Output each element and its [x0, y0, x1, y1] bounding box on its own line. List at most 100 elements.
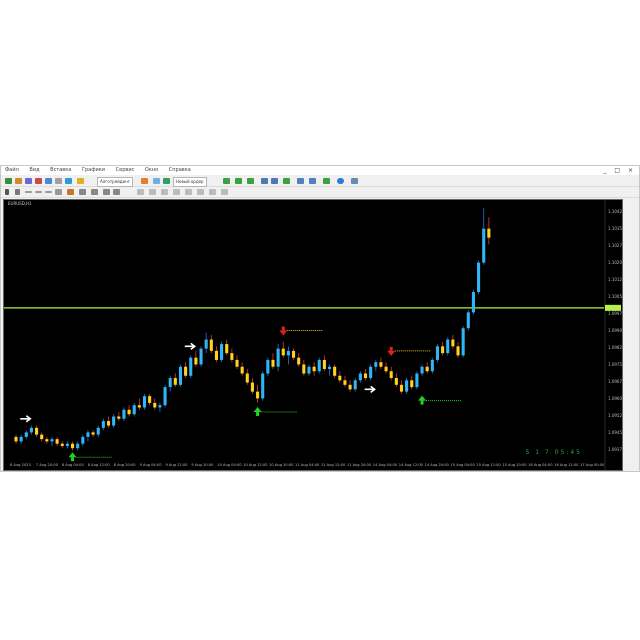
- terminal-icon[interactable]: [55, 178, 62, 184]
- candle-body: [446, 339, 450, 354]
- label-icon[interactable]: [91, 189, 98, 195]
- bar-chart-icon[interactable]: [223, 178, 230, 184]
- menu-view[interactable]: Вид: [29, 167, 39, 173]
- history-icon[interactable]: [141, 178, 148, 184]
- horizontal-line-icon[interactable]: [35, 191, 42, 193]
- timeframe-h1-icon[interactable]: [185, 189, 192, 195]
- candle-body: [271, 359, 275, 367]
- chart-canvas[interactable]: 1.10425 1.10350 1.10275 1.10200 1.10125 1.100…: [4, 200, 622, 470]
- data-window-icon[interactable]: [35, 178, 42, 184]
- timeframe-m30-icon[interactable]: [173, 189, 180, 195]
- tester-icon[interactable]: [65, 178, 72, 184]
- market-watch-icon[interactable]: [25, 178, 32, 184]
- white-arrow-signal: [184, 342, 197, 350]
- navigator-icon[interactable]: [45, 178, 52, 184]
- candle-body: [466, 312, 470, 329]
- shift-icon[interactable]: [309, 178, 316, 184]
- price-chart[interactable]: EURUSD,H1 1.104251.103501.102751.102001.…: [3, 199, 623, 471]
- candle-body: [86, 432, 90, 437]
- window-controls[interactable]: _ □ ×: [603, 166, 636, 175]
- candle-body: [178, 366, 183, 385]
- editor-icon[interactable]: [77, 178, 84, 184]
- market-icon[interactable]: [163, 178, 170, 184]
- candle-body: [235, 359, 239, 367]
- time-tick-label: 16 Aug 04:00: [528, 463, 553, 467]
- candle-body: [425, 366, 429, 372]
- profiles-icon[interactable]: [15, 178, 22, 184]
- candle-body: [96, 427, 100, 435]
- timeframe-m15-icon[interactable]: [161, 189, 168, 195]
- time-tick-label: 9 Aug 04:00: [140, 463, 163, 467]
- drawing-toolbar: [1, 187, 639, 198]
- candle-body: [225, 344, 229, 354]
- timeframe-m1-icon[interactable]: [137, 189, 144, 195]
- menu-charts[interactable]: Графики: [82, 167, 105, 173]
- candle-countdown: 5 1 7 05:45: [525, 449, 582, 456]
- periods-icon[interactable]: [337, 178, 344, 184]
- channel-icon[interactable]: [55, 189, 62, 195]
- price-tick-label: 1.09375: [608, 447, 622, 452]
- crosshair-icon[interactable]: [15, 189, 20, 195]
- scroll-icon[interactable]: [297, 178, 304, 184]
- timeframe-m5-icon[interactable]: [149, 189, 156, 195]
- candle-body: [29, 427, 33, 433]
- cursor-icon[interactable]: [5, 189, 9, 195]
- menu-file[interactable]: Файл: [5, 167, 19, 173]
- trendline-icon[interactable]: [45, 191, 52, 193]
- time-tick-label: 14 Aug 12:00: [399, 463, 424, 467]
- candle-body: [24, 432, 28, 437]
- timeframe-h4-icon[interactable]: [197, 189, 204, 195]
- candle-body: [487, 228, 491, 238]
- candle-body: [214, 350, 218, 360]
- candle-body: [348, 384, 352, 390]
- candles-icon[interactable]: [235, 178, 242, 184]
- candle-body: [451, 339, 455, 347]
- zoom-in-icon[interactable]: [261, 178, 268, 184]
- menu-tools[interactable]: Сервис: [116, 167, 135, 173]
- vertical-line-icon[interactable]: [25, 191, 32, 193]
- timeframe-w1-icon[interactable]: [221, 189, 228, 195]
- zoom-out-icon[interactable]: [271, 178, 278, 184]
- candle-body: [261, 373, 265, 399]
- candle-body: [122, 409, 126, 419]
- fibonacci-icon[interactable]: [67, 189, 74, 195]
- line-chart-icon[interactable]: [247, 178, 254, 184]
- candle-body: [415, 373, 419, 388]
- candle-body: [127, 409, 131, 415]
- candle-body: [101, 421, 105, 428]
- candle-body: [363, 373, 368, 379]
- timeframe-d1-icon[interactable]: [209, 189, 216, 195]
- tile-windows-icon[interactable]: [283, 178, 290, 184]
- sell-arrow-signal: [279, 326, 288, 336]
- trading-terminal-window: Файл Вид Вставка Графики Сервис Окно Спр…: [0, 165, 640, 472]
- candle-body: [148, 396, 152, 403]
- candle-body: [430, 359, 434, 372]
- menu-insert[interactable]: Вставка: [50, 167, 71, 173]
- time-tick-label: 17 Aug 00:00: [580, 463, 605, 467]
- arrows-icon[interactable]: [113, 189, 120, 195]
- text-icon[interactable]: [79, 189, 86, 195]
- candle-body: [40, 434, 44, 440]
- candle-body: [45, 439, 49, 442]
- menu-window[interactable]: Окно: [145, 167, 158, 173]
- templates-icon[interactable]: [351, 178, 358, 184]
- standard-toolbar: Алготрейдинг Новый ордер: [1, 176, 639, 187]
- candle-body: [256, 391, 260, 399]
- new-chart-icon[interactable]: [5, 178, 12, 184]
- menu-help[interactable]: Справка: [169, 167, 191, 173]
- candle-body: [189, 357, 193, 376]
- candle-body: [338, 375, 342, 381]
- candle-body: [14, 436, 18, 442]
- time-tick-label: 11 Aug 12:00: [321, 463, 346, 467]
- algo-trading-button[interactable]: Алготрейдинг: [97, 177, 133, 187]
- signals-icon[interactable]: [153, 178, 160, 184]
- candle-body: [137, 405, 141, 408]
- candle-body: [117, 416, 121, 419]
- new-order-button[interactable]: Новый ордер: [173, 177, 207, 187]
- candle-body: [292, 350, 296, 358]
- indicators-icon[interactable]: [323, 178, 330, 184]
- candle-body: [389, 371, 393, 379]
- shapes-icon[interactable]: [103, 189, 110, 195]
- sell-arrow-signal: [387, 346, 396, 356]
- time-tick-label: 11 Aug 20:00: [347, 463, 372, 467]
